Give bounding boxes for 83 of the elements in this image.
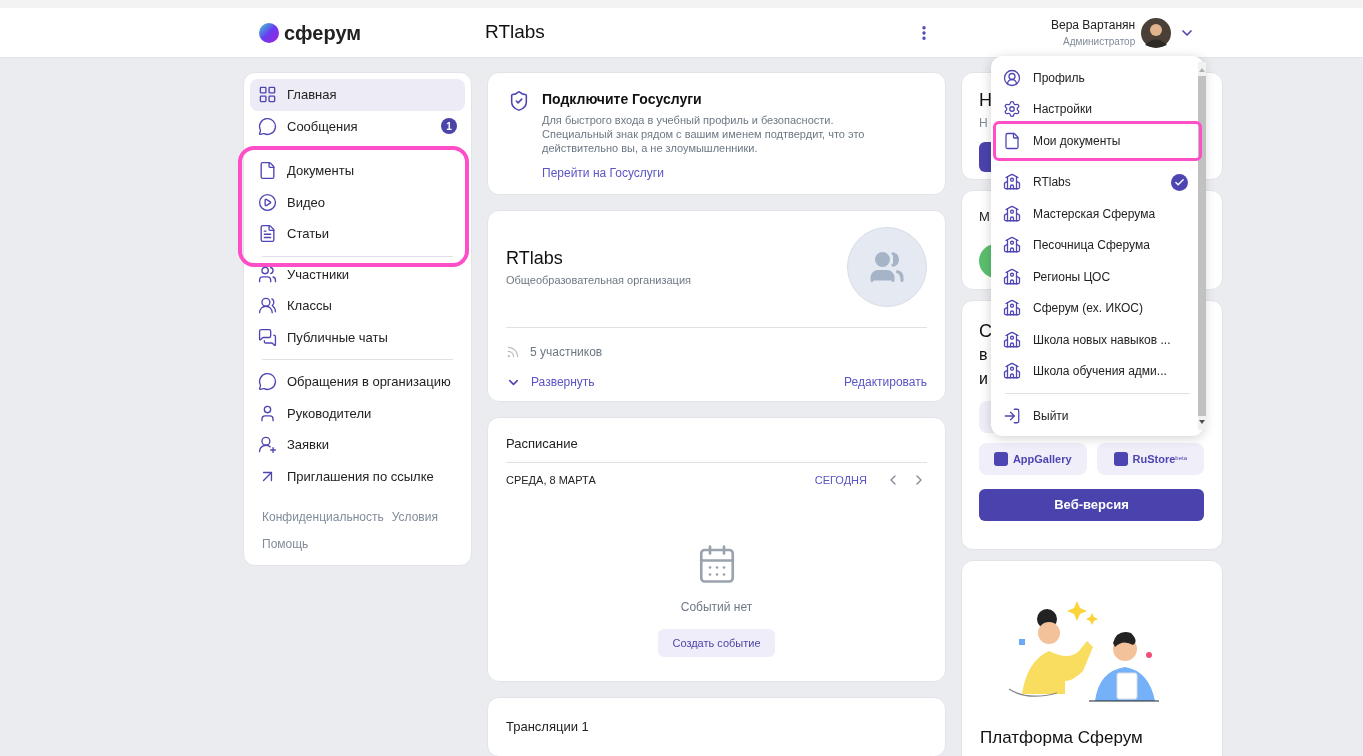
menu-item[interactable]: Школа новых навыков ...: [1003, 324, 1190, 356]
card-title: М: [979, 208, 990, 226]
menu-item[interactable]: Мои документы: [1003, 125, 1190, 157]
store-button[interactable]: AppGallery: [979, 443, 1087, 475]
schedule-date: СРЕДА, 8 МАРТА: [506, 472, 596, 488]
logo-text: сферум: [284, 20, 362, 46]
sidebar-item[interactable]: Главная: [250, 79, 465, 111]
chat-bubbles-icon: [258, 327, 277, 347]
play-icon: [258, 192, 277, 212]
profile-icon: [1003, 68, 1021, 87]
sidebar-item[interactable]: Заявки: [250, 429, 465, 461]
menu-item[interactable]: Выйти: [1003, 400, 1190, 432]
store-logo-icon: [993, 452, 1008, 466]
members-count: 5 участников: [530, 344, 603, 361]
card-text: в: [979, 345, 988, 365]
store-logo-icon: [1113, 452, 1128, 466]
sidebar-item[interactable]: Приглашения по ссылке: [250, 460, 465, 492]
sidebar-item[interactable]: Классы: [250, 290, 465, 322]
school-icon: [1003, 173, 1021, 192]
menu-item[interactable]: Регионы ЦОС: [1003, 261, 1190, 293]
user-role: Администратор: [1063, 35, 1136, 49]
sidebar-item[interactable]: Сообщения 1: [250, 110, 465, 142]
section-title: Трансляции 1: [506, 719, 589, 734]
school-icon: [1003, 236, 1021, 255]
card-text: и: [979, 369, 988, 389]
logout-icon: [1003, 406, 1021, 425]
expand-button[interactable]: Развернуть: [506, 373, 595, 391]
edit-link[interactable]: Редактировать: [844, 373, 927, 391]
today-button[interactable]: СЕГОДНЯ: [814, 471, 867, 488]
school-icon: [1003, 330, 1021, 349]
sidebar-item[interactable]: Участники: [250, 258, 465, 290]
group-icon: [258, 296, 277, 316]
school-icon: [1003, 299, 1021, 318]
menu-item[interactable]: Профиль: [1003, 62, 1190, 94]
avatar[interactable]: [1141, 17, 1172, 48]
document-icon: [258, 161, 277, 181]
unread-count: 1: [441, 118, 457, 135]
scrollbar[interactable]: [1197, 62, 1206, 430]
section-title: Расписание: [506, 435, 579, 453]
menu-item[interactable]: Песочница Сферума: [1003, 229, 1190, 261]
sidebar-item[interactable]: Статьи: [250, 218, 465, 250]
signal-icon: [506, 345, 520, 359]
card-title: Н: [979, 89, 992, 112]
footer-link[interactable]: Конфиденциальность: [262, 508, 384, 526]
school-icon: [1003, 362, 1021, 381]
web-version-button[interactable]: Веб-версия: [979, 489, 1204, 521]
sidebar-item[interactable]: Документы: [250, 155, 465, 187]
logo-icon: [258, 21, 280, 44]
organization-type: Общеобразовательная организация: [506, 273, 691, 289]
user-name: Вера Вартанян: [1051, 17, 1136, 34]
sidebar-item[interactable]: Обращения в организацию: [250, 366, 465, 398]
menu-item[interactable]: Мастерская Сферума: [1003, 198, 1190, 230]
menu-item[interactable]: RTlabs: [1003, 166, 1190, 198]
article-icon: [258, 224, 277, 244]
gosuslugi-link[interactable]: Перейти на Госуслуги: [542, 164, 872, 182]
card-text: С: [979, 320, 992, 343]
organization-name: RTlabs: [506, 247, 564, 271]
sidebar-item[interactable]: Публичные чаты: [250, 321, 465, 353]
menu-item[interactable]: Школа обучения адми...: [1003, 355, 1190, 387]
person-icon: [258, 403, 277, 423]
school-icon: [1003, 204, 1021, 223]
shield-check-icon: [508, 90, 530, 112]
speech-bubble-icon: [258, 116, 277, 136]
menu-item[interactable]: Настройки: [1003, 93, 1190, 125]
store-button[interactable]: RuStore$^{beta}$: [1096, 443, 1204, 475]
page-title: RTlabs: [485, 20, 546, 45]
school-icon: [1003, 267, 1021, 286]
card-subtitle: Н: [979, 115, 988, 132]
sidebar-item[interactable]: Видео: [250, 186, 465, 218]
grid-icon: [258, 85, 277, 105]
card-text: Для быстрого входа в учебный профиль и безопасности. Специальный знак рядом с вашим именем подтвердит, что это действительно вы, а не злоумышленники.: [542, 113, 866, 155]
card-title: Подключите Госуслуги: [542, 90, 703, 109]
card-title: Платформа Сферум: [980, 727, 1144, 749]
people-icon: [258, 264, 277, 284]
speech-bubble-icon: [258, 372, 277, 392]
footer-link[interactable]: Условия: [391, 508, 438, 526]
document-icon: [1003, 131, 1021, 150]
sidebar-item[interactable]: Руководители: [250, 397, 465, 429]
create-event-button[interactable]: Создать событие: [658, 629, 775, 657]
empty-message: Событий нет: [680, 599, 753, 616]
menu-item[interactable]: Сферум (ex. ИКОС): [1003, 292, 1190, 324]
settings-icon: [1003, 100, 1021, 119]
footer-link[interactable]: Помощь: [262, 535, 453, 553]
